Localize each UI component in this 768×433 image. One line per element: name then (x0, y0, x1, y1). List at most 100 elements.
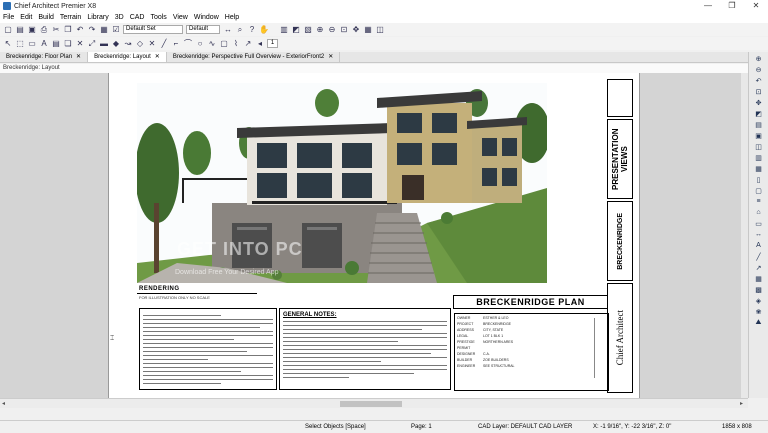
page-prev-icon[interactable]: ◂ (255, 39, 265, 49)
aerial-view-icon[interactable]: ◩ (753, 109, 765, 118)
reference-icon[interactable]: ◫ (375, 25, 385, 35)
circle-icon[interactable]: ○ (195, 39, 205, 49)
library-icon[interactable]: ▩ (753, 285, 765, 294)
print-icon[interactable]: ⎙ (39, 25, 49, 35)
box-tool-icon[interactable]: ▢ (219, 39, 229, 49)
scroll-thumb[interactable] (340, 401, 402, 407)
open-folder-icon[interactable]: ▤ (15, 25, 25, 35)
camera-icon[interactable]: ◫ (753, 142, 765, 151)
ruler-icon[interactable]: ▬ (99, 39, 109, 49)
arc-icon[interactable]: ⌒ (183, 39, 193, 49)
layer-icon[interactable]: ▦ (99, 25, 109, 35)
tab-layout[interactable]: Breckenridge: Layout ✕ (88, 52, 167, 62)
elevation-icon[interactable]: ▧ (303, 25, 313, 35)
grid-icon[interactable]: ▦ (753, 274, 765, 283)
select-arrow-icon[interactable]: ↖ (3, 39, 13, 49)
vertical-scrollbar[interactable] (741, 73, 748, 398)
style-select[interactable]: Default (186, 25, 220, 34)
copy-icon[interactable]: ❐ (63, 25, 73, 35)
new-file-icon[interactable]: ▢ (3, 25, 13, 35)
zoom-in-icon[interactable]: ⊕ (315, 25, 325, 35)
view-icon[interactable]: ▥ (279, 25, 289, 35)
camera-icon[interactable]: ◩ (291, 25, 301, 35)
grid-icon[interactable]: ▦ (363, 25, 373, 35)
layer-display-icon[interactable]: ▤ (753, 120, 765, 129)
zoom-in-icon[interactable]: ⊕ (753, 54, 765, 63)
pan-icon[interactable]: ✥ (753, 98, 765, 107)
page-number-field[interactable]: 1 (267, 39, 278, 48)
sheet-index (594, 318, 606, 378)
fill-window-icon[interactable]: ⊡ (753, 87, 765, 96)
stairs-icon[interactable]: ≡ (753, 197, 765, 206)
wall-icon[interactable]: ▦ (753, 164, 765, 173)
polyline-icon[interactable]: ⌐ (171, 39, 181, 49)
menu-view[interactable]: View (170, 14, 191, 21)
plant-icon[interactable]: ❀ (753, 307, 765, 316)
close-tab-icon[interactable]: ✕ (155, 52, 160, 62)
select-box-icon[interactable]: ⬚ (15, 39, 25, 49)
menu-terrain[interactable]: Terrain (57, 14, 84, 21)
menu-library[interactable]: Library (84, 14, 111, 21)
open-object-icon[interactable]: ▤ (51, 39, 61, 49)
tab-floor-plan[interactable]: Breckenridge: Floor Plan ✕ (0, 52, 89, 62)
menu-help[interactable]: Help (222, 14, 242, 21)
minimize-button[interactable]: — (696, 0, 720, 12)
text-icon[interactable]: A (753, 241, 765, 250)
render-icon[interactable]: ▣ (753, 131, 765, 140)
save-icon[interactable]: ▣ (27, 25, 37, 35)
material-icon[interactable]: ◈ (753, 296, 765, 305)
text-icon[interactable]: A (39, 39, 49, 49)
spline-curve-icon[interactable]: ⌇ (231, 39, 241, 49)
question-icon[interactable]: ? (247, 25, 257, 35)
close-button[interactable]: ✕ (744, 0, 768, 12)
drawing-area[interactable]: GET INTO PC Download Free Your Desired A… (0, 73, 748, 398)
menu-tools[interactable]: Tools (147, 14, 169, 21)
horizontal-scrollbar[interactable]: ◂ ▸ (0, 398, 748, 408)
delete-icon[interactable]: ✕ (75, 39, 85, 49)
roof-icon[interactable]: ⌂ (753, 208, 765, 217)
magnifier-icon[interactable]: ⌕ (235, 25, 245, 35)
line-icon[interactable]: ╱ (159, 39, 169, 49)
close-tab-icon[interactable]: ✕ (76, 52, 81, 62)
cut-icon[interactable]: ✂ (51, 25, 61, 35)
path-icon[interactable]: ↝ (123, 39, 133, 49)
menu-3d[interactable]: 3D (112, 14, 127, 21)
menu-file[interactable]: File (0, 14, 17, 21)
menu-build[interactable]: Build (35, 14, 57, 21)
redo-icon[interactable]: ↷ (87, 25, 97, 35)
tag-icon[interactable]: ◇ (135, 39, 145, 49)
undo-zoom-icon[interactable]: ↶ (753, 76, 765, 85)
window-icon[interactable]: ▢ (753, 186, 765, 195)
undo-icon[interactable]: ↶ (75, 25, 85, 35)
group-select-icon[interactable]: ▭ (27, 39, 37, 49)
dimension-icon[interactable]: ↔ (753, 230, 765, 239)
spline-icon[interactable]: ∿ (207, 39, 217, 49)
dimension-icon[interactable]: ↔ (223, 25, 233, 35)
elevation-icon[interactable]: ▥ (753, 153, 765, 162)
close-tab-icon[interactable]: ✕ (328, 52, 333, 62)
menu-edit[interactable]: Edit (17, 14, 35, 21)
zoom-out-icon[interactable]: ⊖ (753, 65, 765, 74)
status-layer: CAD Layer: DEFAULT CAD LAYER (478, 424, 573, 430)
door-icon[interactable]: ▯ (753, 175, 765, 184)
arrow-curve-icon[interactable]: ↗ (243, 39, 253, 49)
line-icon[interactable]: ╱ (753, 252, 765, 261)
terrain-icon[interactable]: ⛰ (753, 318, 765, 327)
fill-window-icon[interactable]: ⊡ (339, 25, 349, 35)
arrow-icon[interactable]: ↗ (753, 263, 765, 272)
cross-icon[interactable]: ✕ (147, 39, 157, 49)
paint-icon[interactable]: ◆ (111, 39, 121, 49)
transform-icon[interactable]: ⤢ (87, 39, 97, 49)
cabinet-icon[interactable]: ▭ (753, 219, 765, 228)
tab-perspective[interactable]: Breckenridge: Perspective Full Overview … (167, 52, 341, 62)
toolbar-edit: ↖ ⬚ ▭ A ▤ ❏ ✕ ⤢ ▬ ◆ ↝ ◇ ✕ ╱ ⌐ ⌒ ○ ∿ ▢ ⌇ … (0, 37, 768, 50)
menu-cad[interactable]: CAD (127, 14, 148, 21)
hand-icon[interactable]: ✋ (259, 25, 269, 35)
maximize-button[interactable]: ❐ (720, 0, 744, 12)
copy-paste-icon[interactable]: ❏ (63, 39, 73, 49)
layer-set-select[interactable]: Default Set (123, 25, 183, 34)
zoom-out-icon[interactable]: ⊖ (327, 25, 337, 35)
pan-icon[interactable]: ✥ (351, 25, 361, 35)
checklist-icon[interactable]: ☑ (111, 25, 121, 35)
menu-window[interactable]: Window (191, 14, 222, 21)
